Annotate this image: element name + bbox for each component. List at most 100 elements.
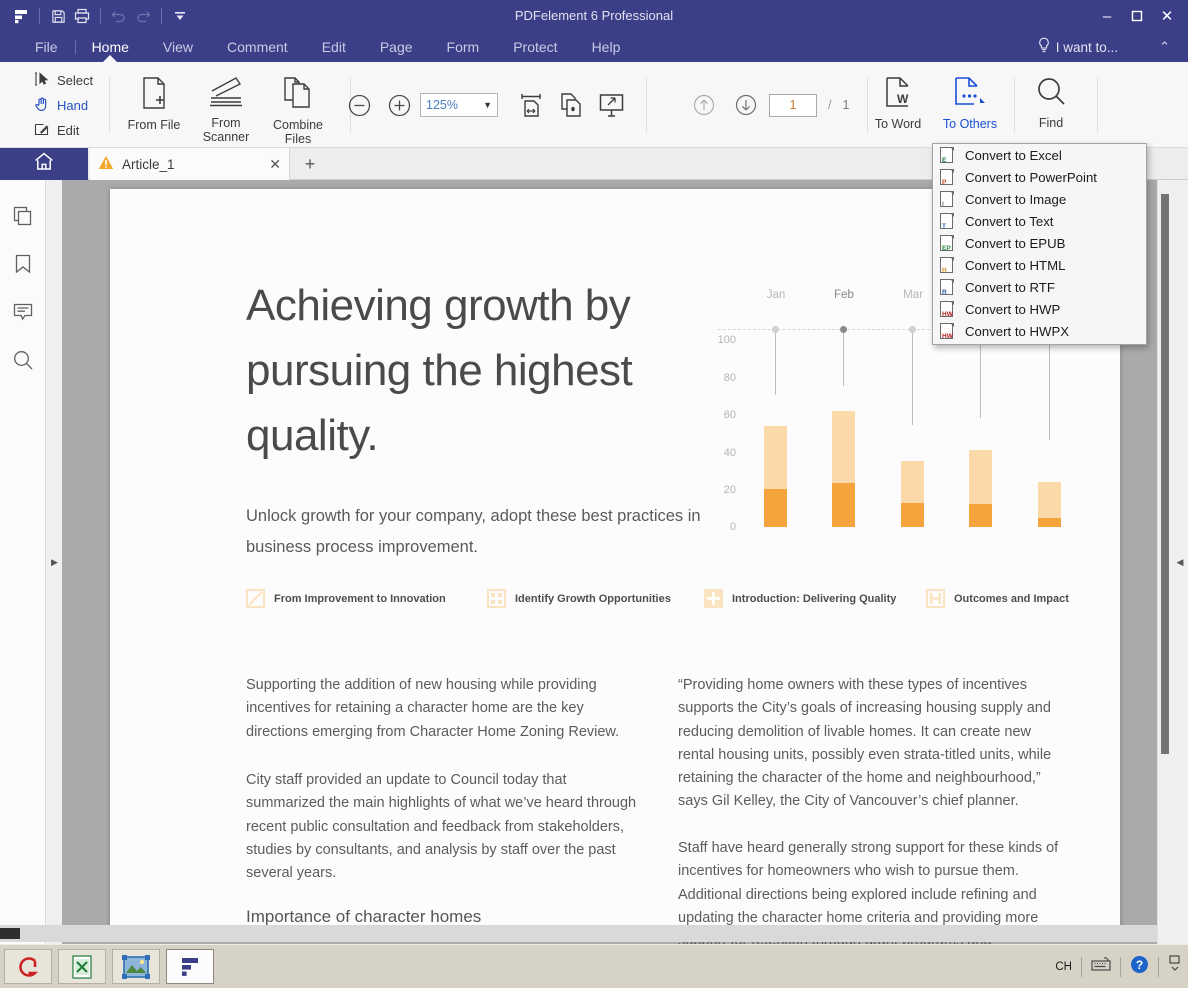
chart-ytick-20: 20 — [723, 484, 736, 496]
menu-item-home[interactable]: Home — [74, 32, 146, 62]
convert-to-others-dropdown[interactable]: E Convert to Excel P Convert to PowerPoi… — [932, 143, 1147, 345]
menu-convert-to-text[interactable]: T Convert to Text — [933, 210, 1146, 232]
menu-item-page[interactable]: Page — [363, 32, 430, 62]
rtf-file-tag: R — [942, 288, 947, 296]
page-number-input[interactable]: 1 — [769, 93, 817, 117]
menu-convert-to-image[interactable]: I Convert to Image — [933, 188, 1146, 210]
pdfelement-logo-icon[interactable] — [10, 4, 32, 28]
zoom-out-button[interactable] — [340, 85, 378, 125]
menu-convert-to-excel[interactable]: E Convert to Excel — [933, 144, 1146, 166]
text-file-tag: T — [942, 222, 946, 230]
home-tab[interactable] — [0, 148, 88, 180]
page-up-button[interactable] — [685, 85, 723, 125]
fit-width-button[interactable] — [512, 85, 550, 125]
tool-edit[interactable]: Edit — [34, 119, 93, 141]
hwp-file-tag: HW — [942, 310, 953, 318]
input-method-indicator[interactable]: CH — [1055, 961, 1072, 973]
close-tab-icon[interactable]: ✕ — [269, 156, 281, 173]
combine-files-button[interactable]: Combine Files — [262, 68, 334, 146]
from-scanner-button[interactable]: From Scanner — [190, 68, 262, 144]
page-total: 1 — [842, 98, 850, 112]
save-icon[interactable] — [47, 4, 69, 28]
left-panel-expand-handle[interactable]: ▶ — [47, 180, 62, 944]
tool-hand[interactable]: Hand — [34, 94, 93, 116]
menu-item-help[interactable]: Help — [575, 32, 638, 62]
html-file-icon: H — [940, 256, 955, 274]
menu-item-edit[interactable]: Edit — [305, 32, 363, 62]
html-file-tag: H — [942, 266, 947, 274]
zoom-in-button[interactable] — [380, 85, 418, 125]
find-button[interactable]: Find — [1015, 68, 1087, 142]
find-label: Find — [1038, 116, 1064, 130]
chart-stem-mar — [912, 333, 913, 425]
comments-icon[interactable] — [0, 288, 46, 336]
combine-files-label: Combine Files — [272, 118, 324, 146]
menu-convert-to-epub[interactable]: EP Convert to EPUB — [933, 232, 1146, 254]
taskbar-pdfelement[interactable] — [166, 949, 214, 984]
menu-convert-to-html[interactable]: H Convert to HTML — [933, 254, 1146, 276]
new-tab-button[interactable]: + — [296, 148, 324, 180]
thumbnails-icon[interactable] — [0, 192, 46, 240]
close-button[interactable]: ✕ — [1152, 0, 1182, 32]
vertical-scrollbar-thumb[interactable] — [1161, 194, 1169, 754]
ribbon-collapse-button[interactable]: ⌃ — [1159, 32, 1170, 62]
epub-file-icon: EP — [940, 234, 955, 252]
menu-convert-to-hwpx[interactable]: HW Convert to HWPX — [933, 320, 1146, 342]
horizontal-scrollbar-thumb[interactable] — [0, 928, 20, 939]
taskbar-app-g[interactable] — [4, 949, 52, 984]
menu-convert-to-hwp[interactable]: HW Convert to HWP — [933, 298, 1146, 320]
feature-item-3: Introduction: Delivering Quality — [704, 589, 896, 608]
tool-select[interactable]: Select — [34, 69, 93, 91]
show-hidden-icons-icon[interactable] — [1168, 954, 1182, 979]
to-others-button[interactable]: To Others — [934, 68, 1006, 142]
left-column-paragraph-2: City staff provided an update to Council… — [246, 772, 637, 882]
bookmarks-icon[interactable] — [0, 240, 46, 288]
customize-qat-icon[interactable] — [169, 4, 191, 28]
document-tab-article-1[interactable]: Article_1 ✕ — [90, 148, 290, 180]
i-want-to-button[interactable]: I want to... — [1037, 32, 1118, 62]
redo-icon[interactable] — [132, 4, 154, 28]
menu-item-view[interactable]: View — [146, 32, 210, 62]
image-file-icon: I — [940, 190, 955, 208]
vertical-scrollbar[interactable] — [1157, 180, 1172, 944]
maximize-button[interactable] — [1122, 0, 1152, 32]
four-squares-icon — [487, 589, 506, 608]
taskbar-excel[interactable] — [58, 949, 106, 984]
ribbon-group-create: From File From Scanner Combine Files — [118, 62, 351, 148]
document-tab-label: Article_1 — [122, 156, 175, 172]
chart-bar-jan-upper — [764, 426, 787, 489]
menu-item-protect[interactable]: Protect — [496, 32, 574, 62]
from-scanner-label: From Scanner — [202, 116, 250, 144]
menu-convert-to-rtf[interactable]: R Convert to RTF — [933, 276, 1146, 298]
taskbar-photo-viewer[interactable] — [112, 949, 160, 984]
menu-item-form[interactable]: Form — [430, 32, 497, 62]
help-icon[interactable]: ? — [1130, 955, 1149, 979]
chart-bar-apr-lower — [969, 504, 992, 527]
from-file-button[interactable]: From File — [118, 68, 190, 142]
search-icon[interactable] — [0, 336, 46, 384]
menu-convert-to-powerpoint[interactable]: P Convert to PowerPoint — [933, 166, 1146, 188]
minimize-button[interactable]: – — [1092, 0, 1122, 32]
chart-stem-apr — [980, 333, 981, 418]
menu-convert-to-hwp-label: Convert to HWP — [965, 301, 1061, 317]
side-panel-rail — [0, 180, 46, 944]
horizontal-scrollbar[interactable] — [0, 925, 1157, 942]
menu-item-comment[interactable]: Comment — [210, 32, 305, 62]
to-word-button[interactable]: W To Word — [862, 68, 934, 142]
fit-page-button[interactable] — [552, 85, 590, 125]
keyboard-icon[interactable] — [1091, 956, 1111, 977]
chevron-down-icon: ▼ — [483, 100, 492, 110]
chart-marker-jan — [772, 326, 779, 333]
menu-item-file[interactable]: File — [18, 32, 75, 62]
zoom-level-combobox[interactable]: 125% ▼ — [420, 93, 498, 117]
undo-icon[interactable] — [108, 4, 130, 28]
page-down-button[interactable] — [727, 85, 765, 125]
quick-access-toolbar — [10, 4, 191, 28]
feature-label-1: From Improvement to Innovation — [274, 592, 446, 605]
right-panel-collapse-handle[interactable]: ◀ — [1172, 180, 1188, 944]
chart-ytick-0: 0 — [729, 521, 736, 533]
full-screen-button[interactable] — [592, 85, 630, 125]
i-want-to-label: I want to... — [1055, 39, 1118, 55]
menu-items: File Home View Comment Edit Page Form Pr… — [18, 32, 637, 62]
print-icon[interactable] — [71, 4, 93, 28]
